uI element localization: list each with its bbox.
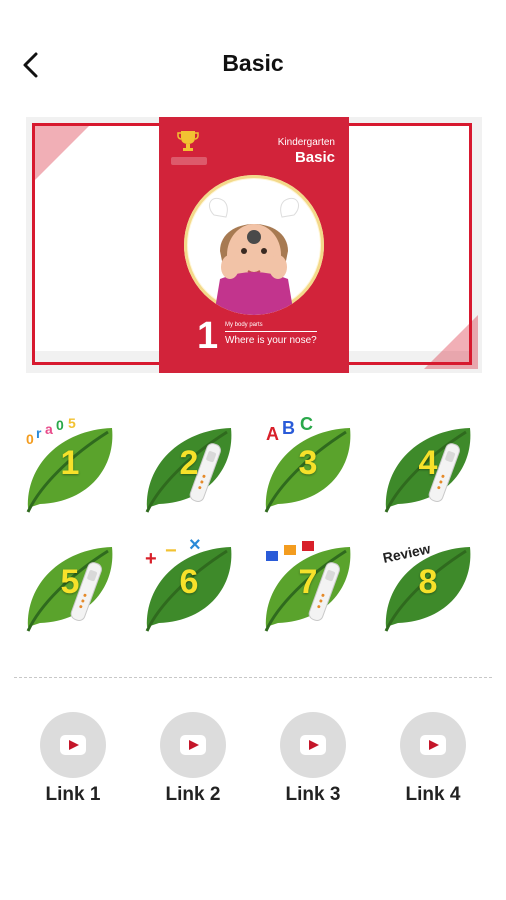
- lesson-8-button[interactable]: Review 8: [378, 535, 488, 635]
- link-circle[interactable]: [40, 712, 106, 778]
- book-banner[interactable]: Kindergarten Basic 1 My body parts Where…: [26, 117, 482, 373]
- link-4-button[interactable]: Link 4: [385, 712, 481, 812]
- svg-text:0: 0: [26, 431, 34, 447]
- lesson-5-button[interactable]: 5: [20, 535, 130, 635]
- lesson-number-label: 3: [298, 444, 318, 482]
- link-label: Link 1: [45, 784, 101, 805]
- header: Basic: [0, 36, 506, 92]
- lesson-number-label: 7: [298, 563, 318, 601]
- link-circle[interactable]: [400, 712, 466, 778]
- section-divider: [14, 677, 492, 678]
- svg-text:A: A: [266, 424, 279, 444]
- play-icon: [180, 735, 206, 755]
- svg-text:B: B: [282, 418, 295, 438]
- play-icon: [300, 735, 326, 755]
- link-circle[interactable]: [280, 712, 346, 778]
- lesson-2-button[interactable]: 2: [139, 416, 249, 516]
- cover-photo: [184, 175, 324, 315]
- svg-text:a: a: [45, 421, 53, 437]
- link-label: Link 2: [165, 784, 221, 805]
- link-circle[interactable]: [160, 712, 226, 778]
- svg-text:−: −: [165, 540, 177, 562]
- page-title: Basic: [222, 50, 284, 76]
- lesson-number-label: 4: [418, 444, 438, 482]
- lesson-number-label: 6: [179, 563, 199, 601]
- lesson-4-button[interactable]: 4: [378, 416, 488, 516]
- banner-corner-decoration: [32, 123, 92, 183]
- trophy-icon: [177, 131, 199, 151]
- link-1-button[interactable]: Link 1: [25, 712, 121, 812]
- lesson-1-button[interactable]: 0ra051: [20, 416, 130, 516]
- brand-logo: [169, 155, 209, 169]
- svg-text:+: +: [145, 548, 157, 570]
- lesson-number: 1: [197, 315, 219, 357]
- lesson-6-button[interactable]: + − × 6: [139, 535, 249, 635]
- svg-text:×: ×: [189, 535, 201, 556]
- svg-text:5: 5: [68, 416, 76, 431]
- link-2-button[interactable]: Link 2: [145, 712, 241, 812]
- book-title: Basic: [294, 149, 335, 166]
- lesson-number-label: 8: [418, 563, 438, 601]
- lesson-number-label: 2: [179, 444, 199, 482]
- play-icon: [420, 735, 446, 755]
- book-kicker: Kindergarten: [277, 137, 335, 148]
- lesson-number-label: 1: [60, 444, 80, 482]
- svg-text:0: 0: [56, 417, 64, 433]
- book-cover: Kindergarten Basic 1 My body parts Where…: [159, 117, 349, 373]
- link-3-button[interactable]: Link 3: [265, 712, 361, 812]
- svg-text:r: r: [36, 425, 42, 441]
- play-icon: [60, 735, 86, 755]
- lesson-question: Where is your nose?: [225, 335, 317, 346]
- lesson-number-label: 5: [60, 563, 80, 601]
- link-label: Link 3: [285, 784, 341, 805]
- svg-text:C: C: [300, 416, 313, 434]
- lesson-7-button[interactable]: 7: [258, 535, 368, 635]
- lesson-topic: My body parts: [225, 322, 263, 328]
- lesson-3-button[interactable]: ABC 3: [258, 416, 368, 516]
- banner-corner-decoration: [424, 315, 478, 369]
- status-bar: [0, 0, 506, 24]
- lesson-divider: [225, 331, 317, 332]
- link-label: Link 4: [405, 784, 461, 805]
